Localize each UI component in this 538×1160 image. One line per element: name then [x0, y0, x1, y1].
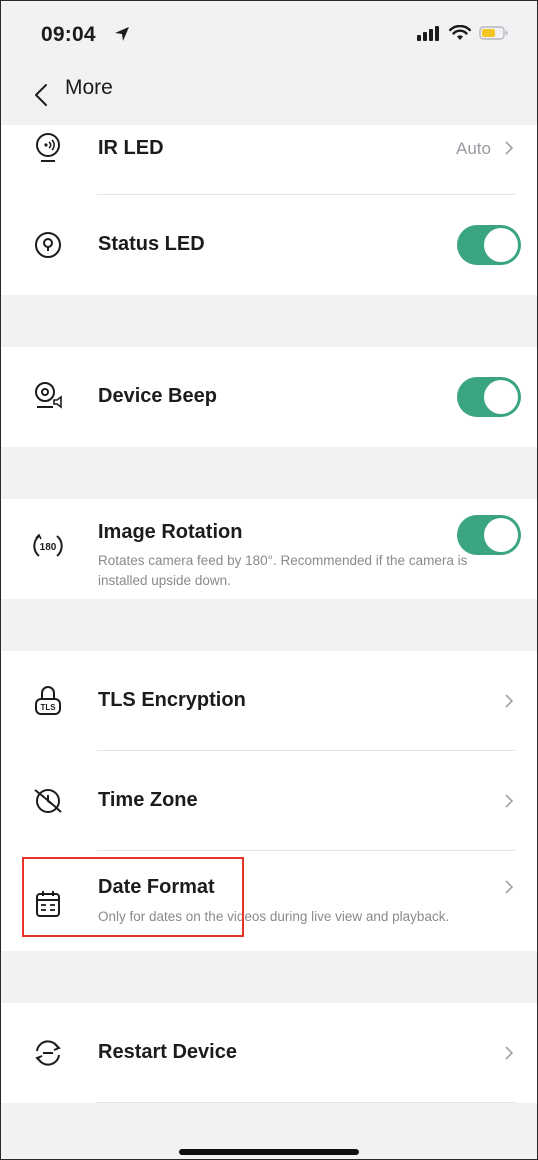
battery-icon: [479, 26, 508, 40]
status-bar: 09:04: [1, 1, 537, 65]
image-rotation-label: Image Rotation: [98, 521, 243, 543]
restart-icon: [35, 1040, 61, 1066]
svg-text:180: 180: [40, 542, 57, 553]
chevron-right-icon: [505, 880, 514, 894]
ir-led-icon: [36, 133, 60, 162]
toggle-knob: [484, 518, 518, 552]
settings-group-beep: Device Beep: [1, 347, 537, 447]
settings-row-tls-encryption[interactable]: TLS TLS Encryption: [1, 651, 537, 751]
settings-row-status-led: Status LED: [1, 195, 537, 295]
settings-row-image-rotation: 180 Image Rotation Rotates camera feed b…: [1, 499, 537, 599]
ir-led-value: Auto: [456, 139, 491, 158]
location-arrow-icon: [115, 27, 129, 41]
toggle-knob: [484, 228, 518, 262]
image-rotation-description: Rotates camera feed by 180°. Recommended…: [98, 553, 468, 588]
status-led-icon: [35, 232, 61, 258]
tls-encryption-label: TLS Encryption: [98, 689, 246, 711]
device-beep-label: Device Beep: [98, 385, 217, 407]
device-beep-icon: [35, 382, 62, 409]
highlight-box: [22, 857, 244, 937]
restart-device-label: Restart Device: [98, 1041, 237, 1063]
toggle-knob: [484, 380, 518, 414]
status-indicators: [417, 25, 509, 41]
time-zone-icon: [34, 789, 62, 813]
chevron-right-icon: [505, 794, 514, 808]
settings-group-restart: Restart Device: [1, 1003, 537, 1103]
chevron-right-icon: [505, 1046, 514, 1060]
chevron-right-icon: [505, 141, 514, 155]
back-button[interactable]: [21, 75, 61, 115]
row-divider: [97, 1102, 515, 1103]
nav-bar: More: [1, 65, 537, 125]
settings-list: IR LED Auto Status LED Device Beep 180 I…: [1, 125, 537, 1103]
settings-row-restart-device[interactable]: Restart Device: [1, 1003, 537, 1103]
settings-row-time-zone[interactable]: Time Zone: [1, 751, 537, 851]
settings-row-device-beep: Device Beep: [1, 347, 537, 447]
screen: 09:04 More IR LED Auto Status LED Device…: [0, 0, 538, 1160]
ir-led-label: IR LED: [98, 137, 164, 159]
status-time: 09:04: [41, 23, 96, 46]
chevron-right-icon: [505, 694, 514, 708]
cellular-signal-icon: [417, 26, 439, 41]
status-led-label: Status LED: [98, 233, 205, 255]
home-indicator[interactable]: [179, 1149, 359, 1155]
page-title: More: [65, 76, 113, 99]
settings-group-led: IR LED Auto Status LED: [1, 125, 537, 295]
section-gap: [1, 951, 537, 1003]
section-gap: [1, 447, 537, 499]
time-zone-label: Time Zone: [98, 789, 198, 811]
svg-text:TLS: TLS: [40, 703, 56, 712]
settings-group-rotation: 180 Image Rotation Rotates camera feed b…: [1, 499, 537, 599]
wifi-icon: [449, 25, 471, 40]
image-rotation-toggle[interactable]: [457, 515, 521, 555]
rotate-180-icon: 180: [33, 533, 63, 557]
chevron-left-icon: [35, 84, 47, 106]
device-beep-toggle[interactable]: [457, 377, 521, 417]
section-gap: [1, 599, 537, 651]
tls-lock-icon: TLS: [35, 686, 61, 715]
status-led-toggle[interactable]: [457, 225, 521, 265]
settings-row-ir-led[interactable]: IR LED Auto: [1, 125, 537, 195]
section-gap: [1, 295, 537, 347]
